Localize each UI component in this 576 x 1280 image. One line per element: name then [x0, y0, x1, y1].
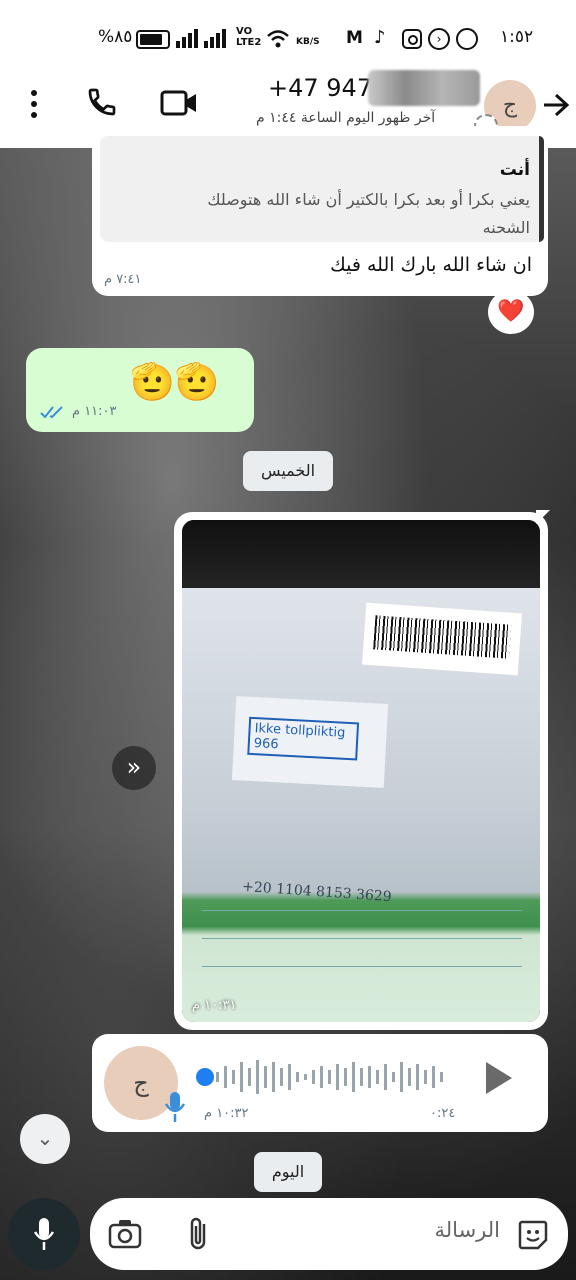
- voice-message[interactable]: ج ١٠:٣٢ م ٠:٢٤: [92, 1034, 548, 1132]
- voice-time: ١٠:٣٢ م: [204, 1106, 249, 1121]
- reply-quote[interactable]: أنت يعني بكرا أو بعد بكرا بالكتير أن شاء…: [100, 136, 544, 242]
- back-arrow-icon[interactable]: [542, 92, 570, 118]
- message-time: ١١:٠٣ م: [72, 404, 117, 419]
- redacted-number: [368, 70, 480, 106]
- waveform[interactable]: [214, 1058, 454, 1096]
- forward-icon[interactable]: »: [112, 746, 156, 790]
- camera-icon[interactable]: [108, 1218, 142, 1250]
- wifi-icon: [267, 30, 289, 48]
- customs-sticker: Ikke tollpliktig 966: [231, 696, 389, 788]
- incoming-message[interactable]: أنت يعني بكرا أو بعد بكرا بالكتير أن شاء…: [92, 126, 548, 296]
- instagram-icon: [402, 29, 422, 49]
- date-separator-today: اليوم: [254, 1152, 322, 1192]
- microphone-icon: [33, 1218, 55, 1250]
- battery-icon: [136, 30, 170, 49]
- emoji-text: 🫡🫡: [130, 362, 220, 403]
- tiktok-icon: ♪: [374, 27, 386, 48]
- date-separator-thursday: الخميس: [243, 451, 333, 491]
- quote-text-line2: الشحنه: [482, 218, 530, 237]
- package-photo[interactable]: Ikke tollpliktig 966 +20 1104 8153 3629 …: [182, 520, 540, 1022]
- mic-badge-icon: [164, 1092, 186, 1122]
- whatsapp-icon: [456, 28, 478, 50]
- last-seen: آخر ظهور اليوم الساعة ١:٤٤ م: [256, 110, 436, 126]
- clock: ١:٥٢: [500, 27, 534, 47]
- voice-record-button[interactable]: [8, 1198, 80, 1270]
- gmail-icon: M: [346, 28, 363, 48]
- play-icon[interactable]: [482, 1058, 516, 1098]
- bubble-tail: [536, 510, 550, 524]
- photo-message[interactable]: Ikke tollpliktig 966 +20 1104 8153 3629 …: [174, 510, 550, 1030]
- playback-position[interactable]: [196, 1068, 214, 1086]
- scroll-down-icon[interactable]: ⌄: [20, 1114, 70, 1164]
- voice-duration: ٠:٢٤: [430, 1106, 456, 1121]
- attach-icon[interactable]: [186, 1216, 212, 1252]
- voice-call-icon[interactable]: [86, 86, 118, 118]
- heart-reaction[interactable]: ❤️: [488, 290, 534, 334]
- quote-bar: [539, 136, 544, 242]
- message-composer[interactable]: الرسالة: [90, 1198, 568, 1270]
- quote-text-line1: يعني بكرا أو بعد بكرا بالكتير أن شاء الل…: [207, 190, 530, 209]
- message-time: ٧:٤١ م: [104, 272, 142, 287]
- play-app-icon: ›: [428, 28, 450, 50]
- message-input[interactable]: الرسالة: [366, 1218, 500, 1242]
- barcode-label: [362, 602, 522, 676]
- battery-percent: %٨٥: [98, 27, 133, 47]
- contact-phone[interactable]: +47 947: [268, 74, 372, 102]
- volte-icon: VO LTE2: [236, 26, 262, 48]
- more-options-icon[interactable]: [30, 88, 38, 120]
- signal-icon: [176, 29, 226, 48]
- handwritten-address: +20 1104 8153 3629: [202, 879, 522, 1000]
- sticker-icon[interactable]: [516, 1218, 550, 1252]
- video-call-icon[interactable]: [160, 88, 198, 118]
- double-check-icon: [40, 406, 63, 419]
- quote-author: أنت: [499, 160, 530, 180]
- photo-time: ١٠:٣١ م: [192, 998, 237, 1013]
- message-text: ان شاء الله بارك الله فيك: [330, 254, 532, 276]
- outgoing-message[interactable]: 🫡🫡 ١١:٠٣ م: [26, 348, 254, 432]
- net-speed: KB/S: [296, 37, 320, 47]
